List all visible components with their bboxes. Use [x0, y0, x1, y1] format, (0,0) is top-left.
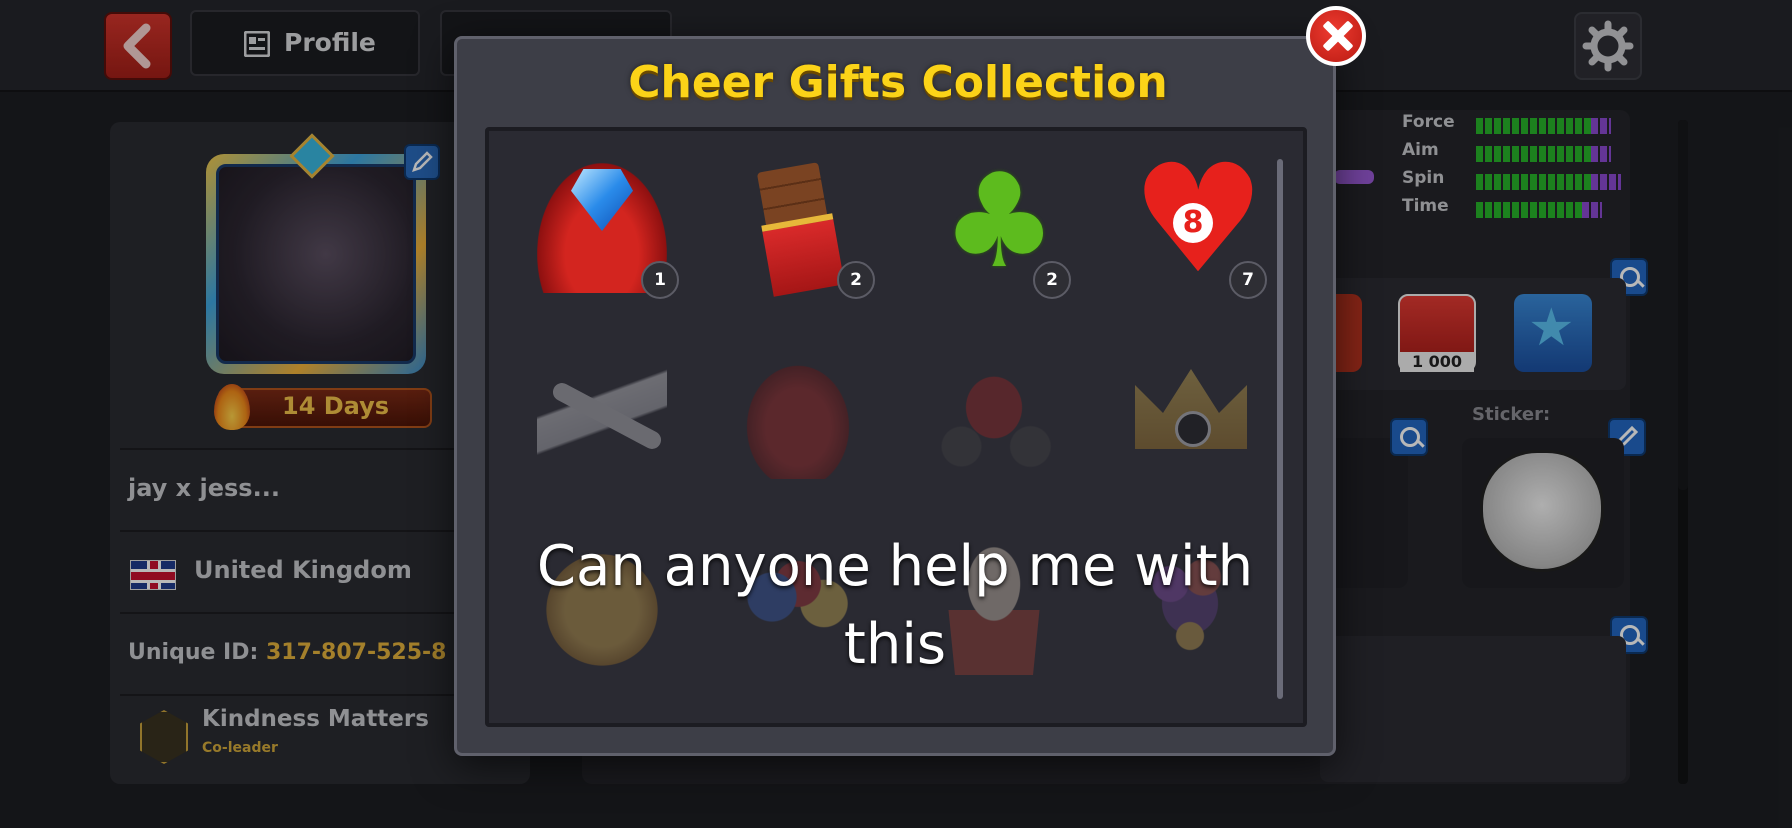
gift-count: 7 — [1229, 261, 1267, 299]
caption-line-1: Can anyone help me with — [536, 534, 1254, 599]
modal-title: Cheer Gifts Collection — [628, 57, 1168, 108]
gift-item[interactable]: 1 — [507, 149, 697, 329]
crown-8-ball-icon — [1125, 349, 1255, 479]
close-modal-button[interactable] — [1306, 6, 1366, 66]
motorcycle-icon — [929, 349, 1059, 479]
gift-item[interactable] — [899, 335, 1089, 515]
gift-count: 2 — [837, 261, 875, 299]
gift-item[interactable]: 2 — [703, 149, 893, 329]
gift-item[interactable] — [1095, 335, 1285, 515]
gift-item[interactable]: 7 — [1095, 133, 1285, 329]
caption-overlay: Can anyone help me with this — [454, 528, 1336, 684]
gift-item[interactable] — [703, 335, 893, 515]
private-jet-icon — [537, 349, 667, 479]
sports-car-icon — [733, 349, 863, 479]
gift-item[interactable] — [507, 335, 697, 515]
caption-line-2: this — [843, 612, 947, 677]
gift-count: 2 — [1033, 261, 1071, 299]
gift-item[interactable]: 2 — [899, 145, 1089, 329]
game-screen: Profile 14 Days jay x jess... United Kin… — [0, 0, 1792, 828]
gift-count: 1 — [641, 261, 679, 299]
